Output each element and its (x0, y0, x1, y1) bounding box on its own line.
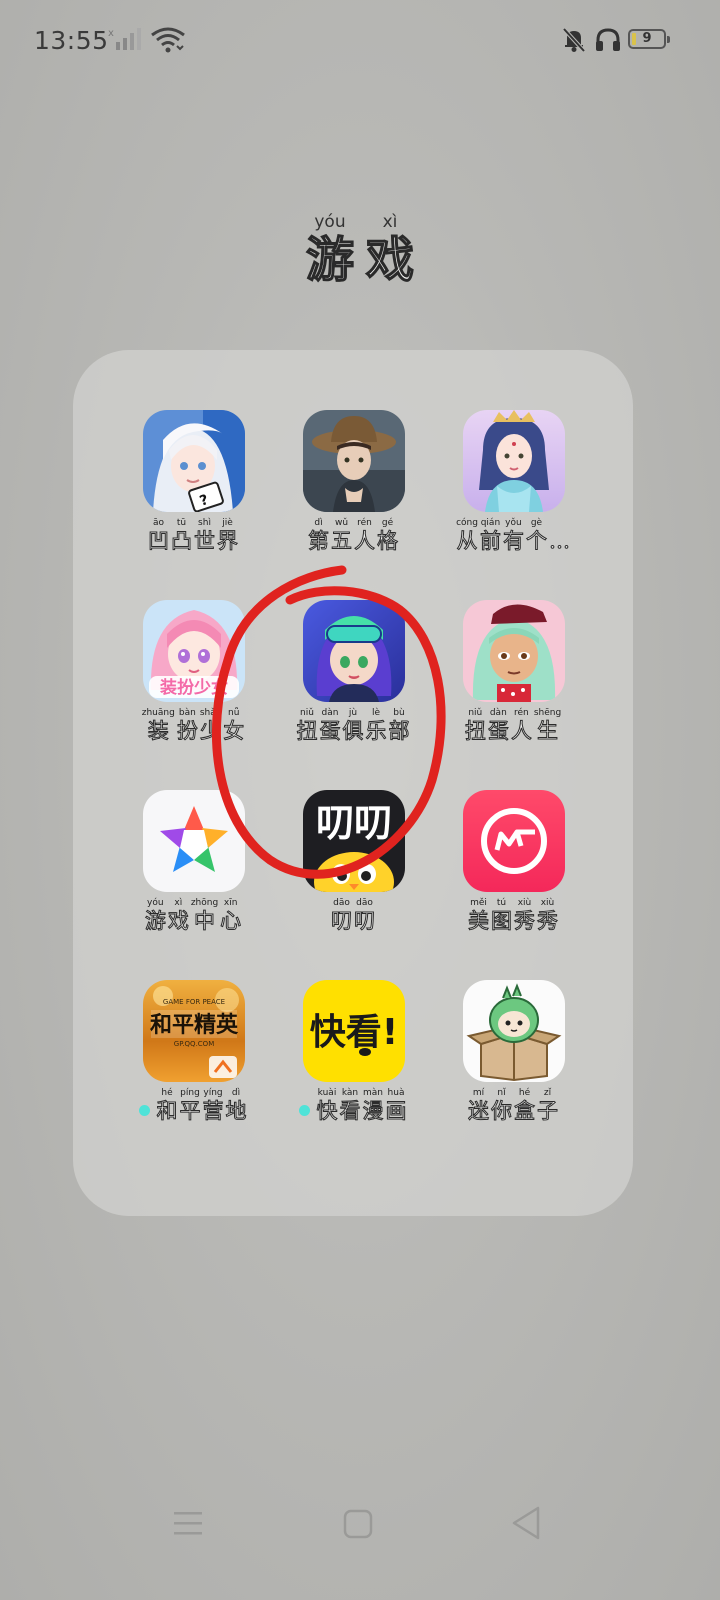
svg-text:GP.QQ.COM: GP.QQ.COM (174, 1040, 214, 1048)
app-label: zhuāng 装 bàn 扮 shǎo 少 nǚ 女 (141, 708, 245, 744)
status-time: 13:55 (34, 26, 109, 55)
battery-level: 9 (642, 31, 652, 46)
mute-icon (562, 27, 586, 53)
meitu-xiuxiu-app-icon[interactable] (463, 790, 565, 892)
status-bar: 13:55 x 9 (0, 0, 720, 80)
app-label: hé 和 píng 平 yíng 营 dì 地 (113, 1088, 273, 1124)
app-label: yóu 游 xì 戏 zhōng 中 xīn 心 (144, 898, 242, 934)
daodao-app-icon[interactable]: 叨叨 (303, 790, 405, 892)
navigation-bar (0, 1490, 720, 1560)
svg-text:装扮少女: 装扮少女 (159, 677, 228, 698)
svg-text:GAME FOR PEACE: GAME FOR PEACE (163, 998, 225, 1006)
aotu-shijie-app-icon[interactable]: ? (143, 410, 245, 512)
menu-icon[interactable] (170, 1506, 206, 1542)
svg-text:叨叨: 叨叨 (316, 801, 392, 845)
home-icon[interactable] (340, 1506, 376, 1542)
folder-panel: ? āo 凹 tū 凸 shì 世 jiè 界 dì 第 wǔ 五 rén 人 gé 格 (73, 350, 633, 1216)
app-label: cóng 从 qián 前 yǒu 有 gè 个… (456, 518, 570, 554)
wifi-icon (151, 27, 185, 53)
app-label: měi 美 tú 图 xiù 秀 xiù 秀 (468, 898, 559, 934)
youxi-zhongxin-app-icon[interactable] (143, 790, 245, 892)
svg-text:x: x (108, 28, 114, 39)
headphone-icon (596, 28, 620, 51)
app-label: dì 第 wǔ 五 rén 人 gé 格 (308, 518, 399, 554)
niudan-julebu-app-icon[interactable] (303, 600, 405, 702)
signal-icon: x (108, 28, 141, 50)
new-app-dot (298, 1105, 310, 1116)
niudan-rensheng-app-icon[interactable] (463, 600, 565, 702)
diwu-renge-app-icon[interactable] (303, 410, 405, 512)
app-label: āo 凹 tū 凸 shì 世 jiè 界 (148, 518, 239, 554)
app-label: niǔ 扭 dàn 蛋 rén 人 shēng 生 (464, 708, 562, 744)
svg-text:和平精英: 和平精英 (150, 1012, 239, 1038)
new-app-dot (138, 1105, 150, 1116)
svg-text:快看!: 快看! (310, 1012, 398, 1053)
mini-hezi-app-icon[interactable] (463, 980, 565, 1082)
folder-title[interactable]: yóu 游 xì 戏 (0, 212, 720, 289)
congqian-yougege-app-icon[interactable] (463, 410, 565, 512)
heping-yingdi-app-icon[interactable]: GAME FOR PEACE 和平精英 GP.QQ.COM (143, 980, 245, 1082)
battery-icon: 9 (628, 29, 670, 49)
title-char: xì 戏 (365, 212, 415, 289)
app-label: kuài 快 kàn 看 màn 漫 huà 画 (273, 1088, 433, 1124)
zhuangban-shaonv-app-icon[interactable]: 装扮少女 (143, 600, 245, 702)
title-char: yóu 游 (305, 212, 355, 289)
app-label: dāo 叨 dāo 叨 (331, 898, 376, 934)
kuaikan-manhua-app-icon[interactable]: 快看! (303, 980, 405, 1082)
back-icon[interactable] (508, 1504, 544, 1542)
app-label: niǔ 扭 dàn 蛋 jù 俱 lè 乐 bù 部 (296, 708, 410, 744)
app-label: mí 迷 nǐ 你 hé 盒 zǐ 子 (468, 1088, 559, 1124)
